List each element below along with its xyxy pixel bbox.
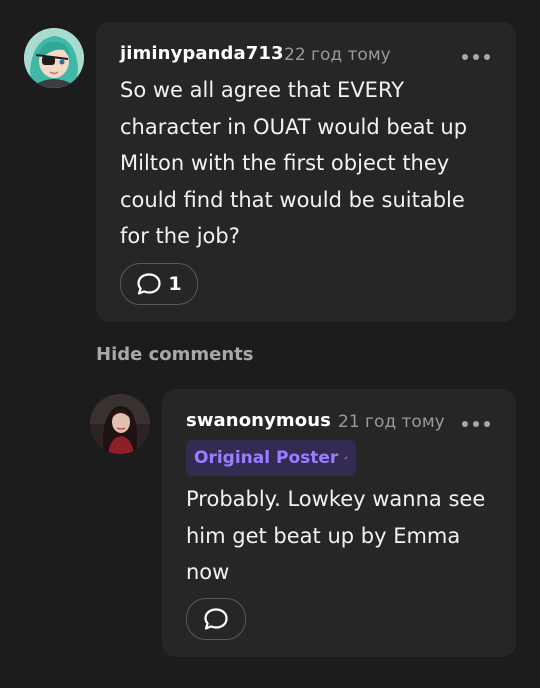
- anime-girl-avatar-icon: [24, 28, 84, 88]
- speech-bubble-icon: [137, 273, 161, 295]
- comments-page: jiminypanda713 22 год тому So we all agr…: [0, 0, 540, 688]
- reply-timestamp: 21 год тому: [338, 412, 445, 432]
- comment-username[interactable]: jiminypanda713: [120, 43, 284, 64]
- reply-text: Probably. Lowkey wanna see him get beat …: [186, 487, 486, 584]
- reply-count: 1: [168, 273, 182, 295]
- original-poster-badge-label: Original Poster: [194, 448, 339, 468]
- woman-portrait-avatar-icon: [90, 394, 150, 454]
- more-options-icon[interactable]: [462, 50, 490, 64]
- reply-button[interactable]: 1: [120, 263, 198, 305]
- reply-username[interactable]: swanonymous: [186, 410, 331, 431]
- comment-text: So we all agree that EVERY character in …: [120, 78, 468, 248]
- pencil-icon: [344, 456, 348, 460]
- reply-avatar[interactable]: [90, 394, 150, 454]
- comment-timestamp: 22 год тому: [284, 45, 391, 65]
- hide-comments-link[interactable]: Hide comments: [96, 344, 253, 365]
- more-options-icon[interactable]: [462, 417, 490, 431]
- comment-card: jiminypanda713 22 год тому So we all agr…: [96, 22, 516, 322]
- reply-card: swanonymous 21 год тому Original Poster …: [162, 389, 516, 657]
- reply-to-reply-button[interactable]: [186, 598, 246, 640]
- original-poster-badge: Original Poster: [186, 440, 356, 476]
- speech-bubble-icon: [204, 608, 228, 630]
- commenter-avatar[interactable]: [24, 28, 84, 88]
